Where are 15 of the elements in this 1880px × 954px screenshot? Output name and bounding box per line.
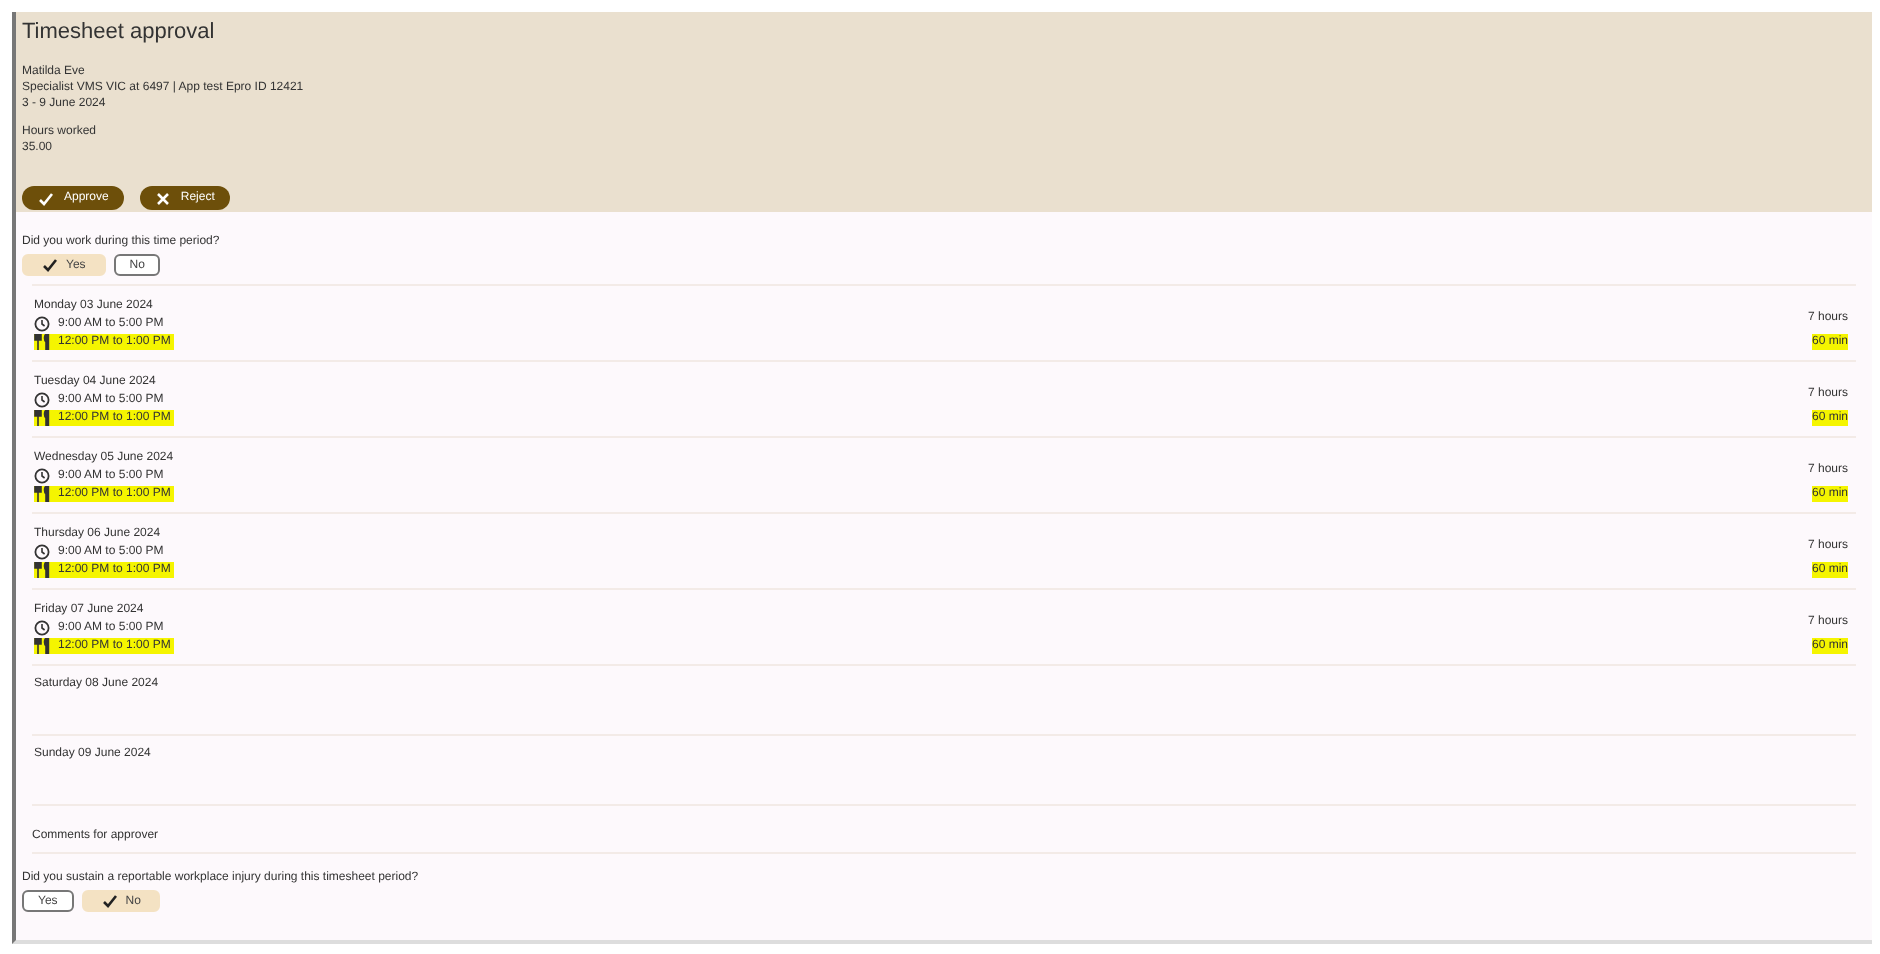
cross-icon [156,191,171,205]
cutlery-icon [34,486,50,502]
cutlery-icon [34,410,50,426]
check-icon [38,191,54,205]
cutlery-icon [34,638,50,654]
clock-icon [34,544,50,560]
page-title: Timesheet approval [22,20,217,44]
check-icon [101,894,118,908]
check-icon [42,258,58,272]
clock-icon [34,316,50,332]
clock-icon [34,468,50,484]
clock-icon [34,392,50,408]
cutlery-icon [34,334,50,350]
cutlery-icon [34,562,50,578]
clock-icon [34,620,50,636]
